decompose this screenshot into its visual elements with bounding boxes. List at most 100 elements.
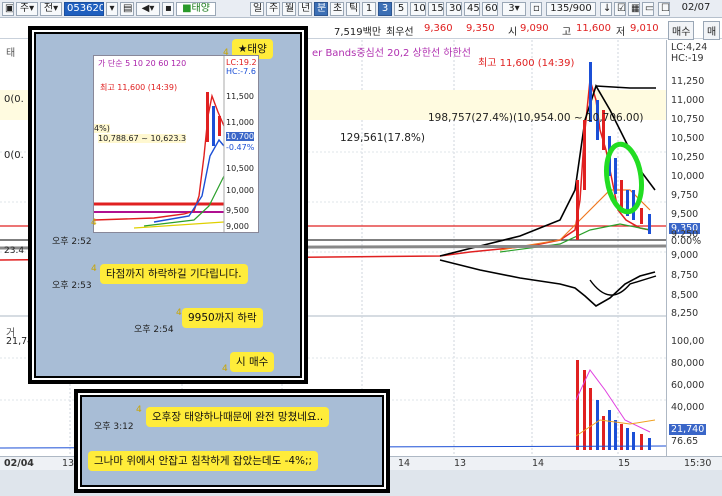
date-label[interactable]: 02/07 — [672, 2, 720, 16]
chat-time: 오후 2:53 — [52, 281, 92, 291]
interval-5[interactable]: 5 — [394, 2, 408, 16]
buy-tab[interactable]: 매수 — [668, 21, 695, 40]
interval-45[interactable]: 45 — [464, 2, 480, 16]
price-axis: LC:4,24 HC:-19 11,250 11,000 10,750 10,5… — [666, 40, 722, 456]
period-week[interactable]: 주 — [266, 2, 280, 16]
x-label: 13 — [454, 458, 467, 469]
price-tick: 10,750 — [671, 114, 705, 125]
thumb-tick: 9,500 — [226, 206, 249, 215]
chat-window-2: 4 오후장 태양하나때문에 완전 망쳤네요.. 오후 3:12 그나마 위에서 … — [80, 395, 384, 487]
unread-count: 4 — [91, 264, 97, 274]
price-tick: 9,750 — [671, 190, 699, 201]
volume-tick: 80,000 — [671, 358, 705, 369]
price-tick: 9,500 — [671, 209, 699, 220]
price-tick: 8,500 — [671, 290, 699, 301]
chat-bubble: 그나마 위에서 안잡고 침착하게 잡았는데도 -4%;; — [88, 451, 319, 471]
thumb-range: 10,788.67 ~ 10,623.3 — [98, 134, 187, 143]
period-tick[interactable]: 틱 — [346, 2, 360, 16]
price-tick: 10,000 — [671, 171, 705, 182]
open-value: 9,090 — [520, 23, 549, 34]
volume-tick: 100,00 — [671, 336, 705, 347]
lc-label: LC:4,24 — [671, 42, 708, 53]
sell-tab[interactable]: 매 — [703, 21, 721, 40]
volume-tick: 60,000 — [671, 380, 705, 391]
interval-10[interactable]: 10 — [410, 2, 426, 16]
chat-time: 오후 3:12 — [94, 422, 134, 432]
volume-tag-2: 76.65 — [671, 436, 699, 447]
price-tick: 8,750 — [671, 270, 699, 281]
x-label: 14 — [398, 458, 411, 469]
settings-icon[interactable]: ▫ — [530, 2, 542, 16]
thumb-lc: LC:19.2 — [226, 58, 257, 67]
thumb-tick: 11,000 — [226, 118, 254, 127]
market-select[interactable]: 전▾ — [40, 2, 62, 16]
best-ask-1: 9,360 — [424, 23, 453, 34]
interval-15[interactable]: 15 — [428, 2, 444, 16]
credit-icon: ■ — [182, 3, 192, 14]
thumb-pct: 4%) — [94, 124, 110, 133]
period-day[interactable]: 일 — [250, 2, 264, 16]
thumb-tick: 10,000 — [226, 186, 254, 195]
chat-time: 오후 2:52 — [52, 237, 92, 247]
high-value: 11,600 — [576, 23, 611, 34]
period-month[interactable]: 월 — [282, 2, 296, 16]
chat-bubble: 타점까지 하락하길 기다립니다. — [100, 264, 248, 284]
range-annotation-2: 129,561(17.8%) — [340, 132, 425, 144]
window-icon[interactable]: ▭ — [642, 2, 654, 16]
lock-icon[interactable]: ▪ — [162, 2, 174, 16]
unit-value: 3 — [508, 3, 515, 14]
x-label: 13 — [62, 458, 75, 469]
prefix-select[interactable]: 주▾ — [16, 2, 38, 16]
interval-60[interactable]: 60 — [482, 2, 498, 16]
best-ask-2: 9,350 — [466, 23, 495, 34]
x-label: 02/04 — [4, 458, 34, 469]
unread-count: 4 — [136, 405, 142, 415]
unread-count: 4 — [91, 218, 97, 228]
chart-type-icon[interactable]: ▣ — [2, 2, 14, 16]
left-small-value: 23.4 — [4, 246, 25, 256]
thumb-high: 최고 11,600 (14:39) — [100, 83, 178, 92]
unit-select[interactable]: 3▾ — [502, 2, 526, 16]
x-label: 15:30 — [684, 458, 712, 469]
left-value-2: 0(0. — [4, 150, 24, 161]
price-tick: 9,000 — [671, 250, 699, 261]
chat-bubble: 시 매수 — [230, 352, 275, 372]
interval-1[interactable]: 1 — [362, 2, 376, 16]
chart-left-label: 태 — [6, 48, 16, 59]
indicator-legend: er Bands중심선 20,2 상한선 하한선 — [312, 48, 471, 59]
unread-count: 4 — [176, 308, 182, 318]
volume-tick: 40,000 — [671, 402, 705, 413]
prefix-label: 주 — [19, 3, 30, 14]
stock-code-input[interactable]: 053620 — [64, 2, 104, 16]
period-minute[interactable]: 분 — [314, 2, 328, 16]
chart-thumbnail: 가 단순 5 10 20 60 120 LC:19.2 HC:-7.6 최고 1… — [93, 55, 259, 233]
high-label: 고 — [562, 27, 572, 38]
price-tick: 10,500 — [671, 133, 705, 144]
interval-3[interactable]: 3 — [378, 2, 392, 16]
chat-bubble: 9950까지 하락 — [182, 308, 263, 328]
sound-icon[interactable]: ◀▾ — [136, 2, 160, 16]
thumb-price: 10,700 — [226, 132, 254, 141]
search-icon[interactable]: ▾ — [106, 2, 118, 16]
market-label: 전 — [43, 3, 54, 14]
checkbox-icon[interactable]: ☑ — [614, 2, 626, 16]
count-input[interactable]: 135/900 — [546, 2, 596, 16]
period-second[interactable]: 초 — [330, 2, 344, 16]
price-tick: 10,250 — [671, 152, 705, 163]
grid-icon[interactable]: ▦ — [628, 2, 640, 16]
toolbar: ▣ 주▾ 전▾ 053620 ▾ ▤ ◀▾ ▪ ■태양 일 주 월 년 분 초 … — [0, 0, 722, 18]
left-value-1: 0(0. — [4, 94, 24, 105]
list-icon[interactable]: ▤ — [120, 2, 134, 16]
thumb-tick: 11,500 — [226, 92, 254, 101]
high-annotation: 최고 11,600 (14:39) — [478, 58, 575, 69]
period-year[interactable]: 년 — [298, 2, 312, 16]
x-label: 14 — [532, 458, 545, 469]
interval-30[interactable]: 30 — [446, 2, 462, 16]
pct-tag: 0.00% — [671, 236, 702, 247]
date-checkbox[interactable]: ☐ — [658, 2, 670, 16]
arrow-down-icon[interactable]: ↓ — [600, 2, 612, 16]
x-label: 15 — [618, 458, 631, 469]
chat-overlay-2: 4 오후장 태양하나때문에 완전 망쳤네요.. 오후 3:12 그나마 위에서 … — [74, 389, 390, 493]
best-ask-label: 최우선 — [386, 27, 414, 38]
chat-window: 4 ★태양 가 단순 5 10 20 60 120 LC:19.2 HC:-7.… — [34, 32, 302, 378]
